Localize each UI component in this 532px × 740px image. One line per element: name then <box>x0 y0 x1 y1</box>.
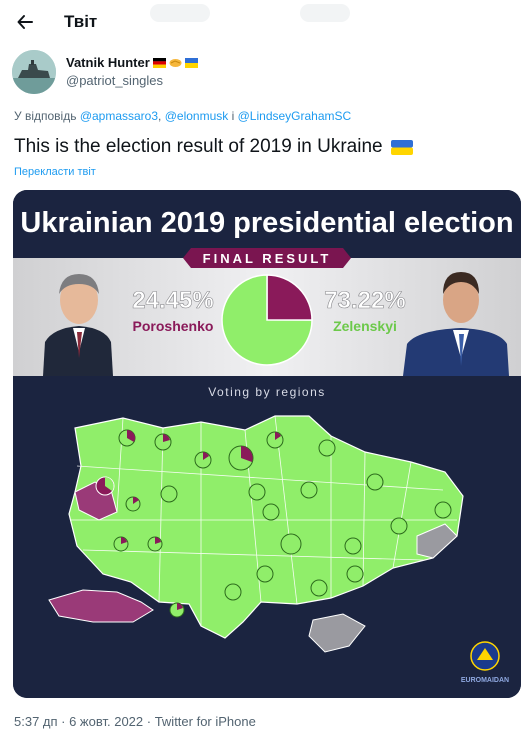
zelenskyi-percent: 73.22% <box>324 287 405 314</box>
avatar-image <box>12 50 56 94</box>
reply-user-link[interactable]: @elonmusk <box>165 109 229 123</box>
arrow-left-icon <box>17 15 33 29</box>
back-button[interactable] <box>12 9 38 35</box>
reply-context: У відповідь @apmassaro3, @elonmusk і @Li… <box>14 109 351 123</box>
tweet-body: This is the election result of 2019 in U… <box>14 136 383 157</box>
ukraine-flag-icon <box>184 57 198 68</box>
author-name-row[interactable]: Vatnik Hunter <box>66 55 198 70</box>
blurred-background-pill <box>150 4 210 22</box>
ukraine-flag-icon <box>390 139 413 155</box>
top-bar: Твіт <box>0 0 532 46</box>
reply-conjunction: і <box>231 109 235 123</box>
tweet-timestamp[interactable]: 5:37 дп · 6 жовт. 2022 · Twitter for iPh… <box>14 714 256 729</box>
reply-separator: , <box>158 109 162 123</box>
reply-user-link[interactable]: @apmassaro3 <box>80 109 158 123</box>
translate-link[interactable]: Перекласти твіт <box>14 166 96 178</box>
author-name[interactable]: Vatnik Hunter <box>66 55 150 70</box>
reply-user-link[interactable]: @LindseyGrahamSC <box>238 109 352 123</box>
poroshenko-percent: 24.45% <box>132 287 213 314</box>
germany-flag-icon <box>152 57 166 68</box>
tweet-image[interactable]: Ukrainian 2019 presidential election FIN… <box>13 190 521 698</box>
banner-label: FINAL RESULT <box>203 251 332 266</box>
avatar[interactable] <box>12 50 56 94</box>
poroshenko-name: Poroshenko <box>133 318 214 334</box>
regions-title: Voting by regions <box>208 385 326 399</box>
infographic-headline: Ukrainian 2019 presidential election <box>20 207 513 239</box>
final-result-pie <box>221 274 313 366</box>
logo-label: EUROMAIDAN <box>461 677 509 684</box>
handshake-icon <box>169 58 182 67</box>
zelenskyi-name: Zelenskyi <box>333 318 397 334</box>
blurred-background-pill <box>300 4 350 22</box>
election-infographic: Ukrainian 2019 presidential election FIN… <box>13 190 521 698</box>
page-title: Твіт <box>64 12 98 31</box>
reply-prefix: У відповідь <box>14 109 77 123</box>
author-handle[interactable]: @patriot_singles <box>66 73 163 88</box>
tweet-text: This is the election result of 2019 in U… <box>14 136 413 158</box>
